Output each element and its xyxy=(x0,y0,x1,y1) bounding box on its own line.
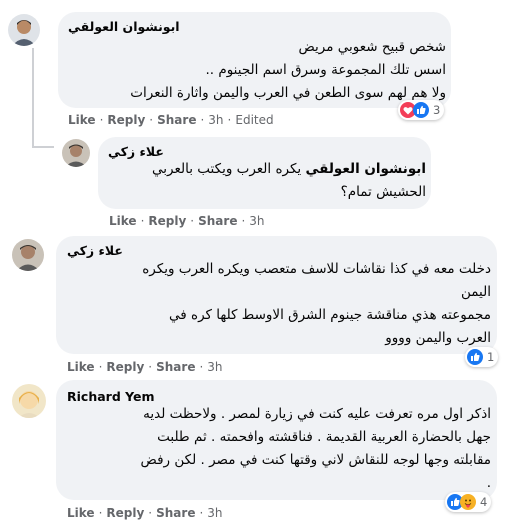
share-button[interactable]: Share xyxy=(156,360,195,374)
comment-text-line: اليمن xyxy=(460,284,491,300)
comment-actions: Like · Reply · Share · 3h xyxy=(67,506,223,520)
reaction-summary[interactable]: 4 xyxy=(445,492,492,512)
reaction-summary[interactable]: 3 xyxy=(398,100,445,120)
comment-text: شخص قبيح شعوبي مريض اسس تلك المجموعة وسر… xyxy=(130,36,446,105)
avatar[interactable] xyxy=(8,14,40,46)
comment-author[interactable]: ابونشوان العولقي xyxy=(68,19,180,34)
reaction-count: 3 xyxy=(433,103,441,117)
avatar-photo-icon xyxy=(62,139,90,167)
avatar-photo-icon xyxy=(12,239,44,271)
share-button[interactable]: Share xyxy=(198,214,237,228)
comment-text-line: اذكر اول مره تعرفت عليه كنت في زيارة لمص… xyxy=(143,406,491,422)
avatar[interactable] xyxy=(12,384,46,418)
comment-text-line: دخلت معه في كذا نقاشات للاسف متعصب ويكره… xyxy=(142,261,491,277)
comment-text-fragment: يكره العرب ويكتب بالعربي xyxy=(152,161,306,177)
thread-line-curve xyxy=(32,146,54,148)
like-button[interactable]: Like xyxy=(68,113,96,127)
comment-text-line: مقابلته وجها لوجه للنقاش لاني وقتها كنت … xyxy=(140,452,491,468)
like-button[interactable]: Like xyxy=(109,214,137,228)
like-icon xyxy=(413,102,429,118)
comment-text-line: شخص قبيح شعوبي مريض xyxy=(298,39,446,55)
avatar[interactable] xyxy=(12,239,44,271)
comment-text: دخلت معه في كذا نقاشات للاسف متعصب ويكره… xyxy=(142,258,491,350)
reply-button[interactable]: Reply xyxy=(106,360,144,374)
mention-link[interactable]: ابونشوان العولقي xyxy=(305,161,426,177)
comment-text: اذكر اول مره تعرفت عليه كنت في زيارة لمص… xyxy=(141,403,491,495)
care-icon xyxy=(460,494,476,510)
reaction-count: 4 xyxy=(480,495,488,509)
avatar-photo-icon xyxy=(8,14,40,46)
avatar-photo-icon xyxy=(12,384,46,418)
reaction-summary[interactable]: 1 xyxy=(465,347,499,367)
like-button[interactable]: Like xyxy=(67,360,95,374)
reaction-count: 1 xyxy=(487,350,495,364)
comment-author[interactable]: علاء زكي xyxy=(108,144,164,159)
comment-text-line: اسس تلك المجموعة وسرق اسم الجينوم .. xyxy=(205,62,446,78)
comment-text-line: ابونشوان العولقي يكره العرب ويكتب بالعرب… xyxy=(152,158,426,181)
share-button[interactable]: Share xyxy=(157,113,196,127)
timestamp[interactable]: 3h xyxy=(207,360,222,374)
comment-text: ابونشوان العولقي يكره العرب ويكتب بالعرب… xyxy=(152,158,426,204)
comment-author[interactable]: علاء زكي xyxy=(67,243,123,258)
avatar[interactable] xyxy=(62,139,90,167)
like-icon xyxy=(467,349,483,365)
comment-text-line: جهل بالحضارة العربية القديمة . فناقشته و… xyxy=(157,429,491,445)
edited-label[interactable]: Edited xyxy=(235,113,273,127)
comment-text-line: مجموعته هذي مناقشة جينوم الشرق الاوسط كل… xyxy=(169,307,491,323)
timestamp[interactable]: 3h xyxy=(249,214,264,228)
timestamp[interactable]: 3h xyxy=(207,506,222,520)
comment-actions: Like · Reply · Share · 3h xyxy=(67,360,223,374)
share-button[interactable]: Share xyxy=(156,506,195,520)
comment-text-line: . xyxy=(486,475,491,491)
comment-text-line: ولا هم لهم سوى الطعن في العرب واليمن واث… xyxy=(130,85,446,101)
reply-button[interactable]: Reply xyxy=(107,113,145,127)
comment-text-line: العرب واليمن وووو xyxy=(385,330,491,346)
comment-actions: Like · Reply · Share · 3h xyxy=(109,214,265,228)
timestamp[interactable]: 3h xyxy=(208,113,223,127)
reply-button[interactable]: Reply xyxy=(148,214,186,228)
reply-button[interactable]: Reply xyxy=(106,506,144,520)
thread-line-vertical xyxy=(32,48,34,148)
comment-actions: Like · Reply · Share · 3h · Edited xyxy=(68,113,274,127)
comment-author[interactable]: Richard Yem xyxy=(67,389,155,404)
comment-text-line: الحشيش تمام؟ xyxy=(340,184,426,200)
like-button[interactable]: Like xyxy=(67,506,95,520)
